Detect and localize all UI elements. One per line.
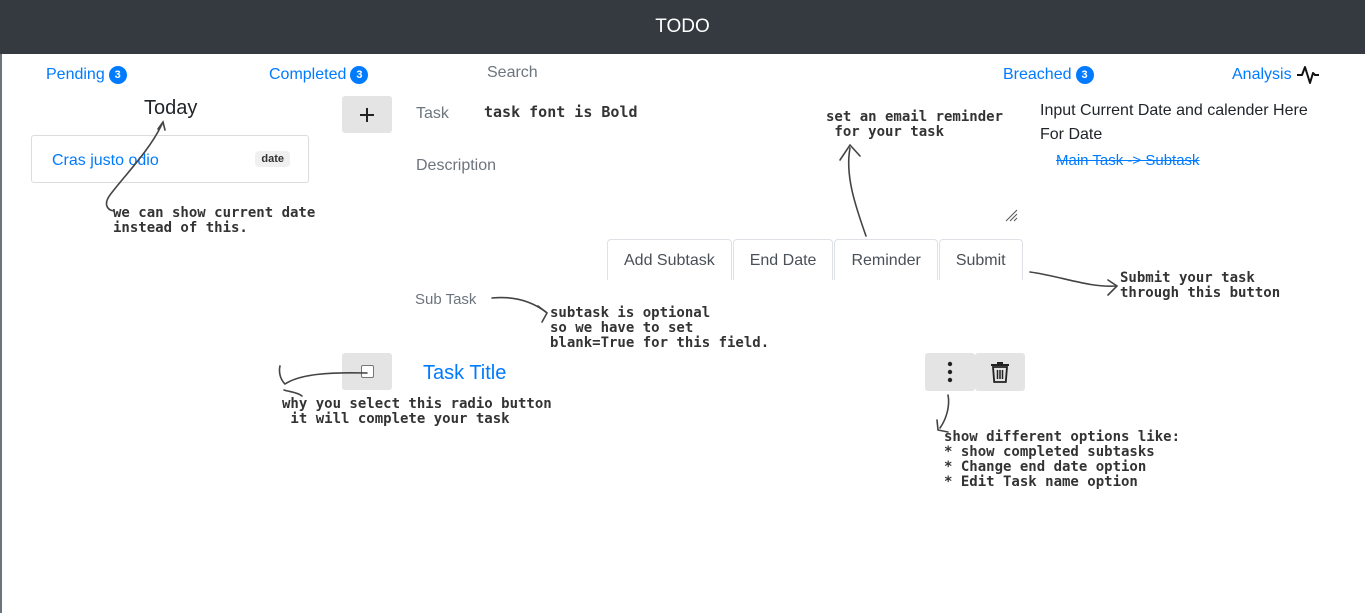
arrowhead-today: [157, 120, 166, 131]
today-heading: Today: [144, 97, 198, 119]
tab-submit[interactable]: Submit: [938, 239, 1023, 280]
task-title[interactable]: Task Title: [423, 362, 506, 385]
completed-link[interactable]: Completed 3: [269, 66, 369, 84]
complete-task-checkbox[interactable]: [360, 365, 374, 378]
trash-icon: [991, 362, 1009, 383]
search-input[interactable]: Search: [487, 64, 538, 82]
date-note-line1: Input Current Date and calender Here: [1040, 102, 1308, 119]
analysis-link[interactable]: Analysis: [1232, 66, 1292, 84]
delete-task-button[interactable]: [975, 353, 1025, 391]
date-input-note[interactable]: Input Current Date and calender Here For…: [1040, 99, 1308, 147]
add-task-button[interactable]: [342, 96, 392, 133]
app-navbar: TODO: [0, 0, 1365, 54]
pending-label: Pending: [46, 66, 105, 83]
analysis-label: Analysis: [1232, 66, 1292, 83]
breached-count-badge: 3: [1075, 66, 1094, 84]
arrowhead-submit: [1107, 279, 1119, 296]
description-textarea[interactable]: [480, 150, 1020, 224]
plus-icon: [360, 107, 374, 122]
completed-label: Completed: [269, 66, 347, 83]
submit-annotation: Submit your task through this button: [1120, 270, 1281, 301]
main-subtask-link[interactable]: Main Task -> Subtask: [1056, 152, 1200, 169]
subtask-label: Sub Task: [415, 291, 477, 308]
resize-grip-icon[interactable]: [1004, 208, 1018, 222]
complete-task-button[interactable]: [342, 353, 392, 390]
arrow-subtask: [491, 296, 547, 313]
reminder-annotation: set an email reminder for your task: [826, 109, 1004, 140]
app-title: TODO: [655, 16, 710, 37]
completed-count-badge: 3: [350, 66, 369, 84]
form-tabs: Add Subtask End Date Reminder Submit: [607, 239, 1024, 280]
analysis-pulse-icon[interactable]: [1296, 64, 1320, 86]
date-note-line2: For Date: [1040, 126, 1103, 143]
date-annotation: we can show current date instead of this…: [113, 205, 316, 236]
today-card-text[interactable]: Cras justo odio: [52, 152, 159, 170]
tab-end-date[interactable]: End Date: [732, 239, 834, 280]
tab-reminder[interactable]: Reminder: [834, 239, 938, 280]
task-input[interactable]: task font is Bold: [484, 105, 638, 120]
date-badge: date: [255, 151, 290, 167]
kebab-menu-icon: [947, 361, 953, 383]
options-menu-button[interactable]: [925, 353, 975, 391]
left-border: [0, 54, 2, 613]
tab-add-subtask[interactable]: Add Subtask: [607, 239, 732, 280]
today-card[interactable]: Cras justo odio date: [31, 135, 309, 183]
pending-count-badge: 3: [108, 66, 127, 84]
breached-link[interactable]: Breached 3: [1003, 66, 1094, 84]
subtask-annotation: subtask is optional so we have to set bl…: [550, 305, 770, 351]
checkbox-annotation: why you select this radio button it will…: [282, 396, 552, 427]
arrow-options: [939, 394, 950, 429]
task-label: Task: [416, 105, 449, 122]
breached-label: Breached: [1003, 66, 1072, 83]
options-annotation: show different options like: * show comp…: [944, 429, 1181, 490]
arrowhead-subtask: [537, 305, 549, 323]
pending-link[interactable]: Pending 3: [46, 66, 127, 84]
arrow-submit: [1029, 271, 1117, 288]
